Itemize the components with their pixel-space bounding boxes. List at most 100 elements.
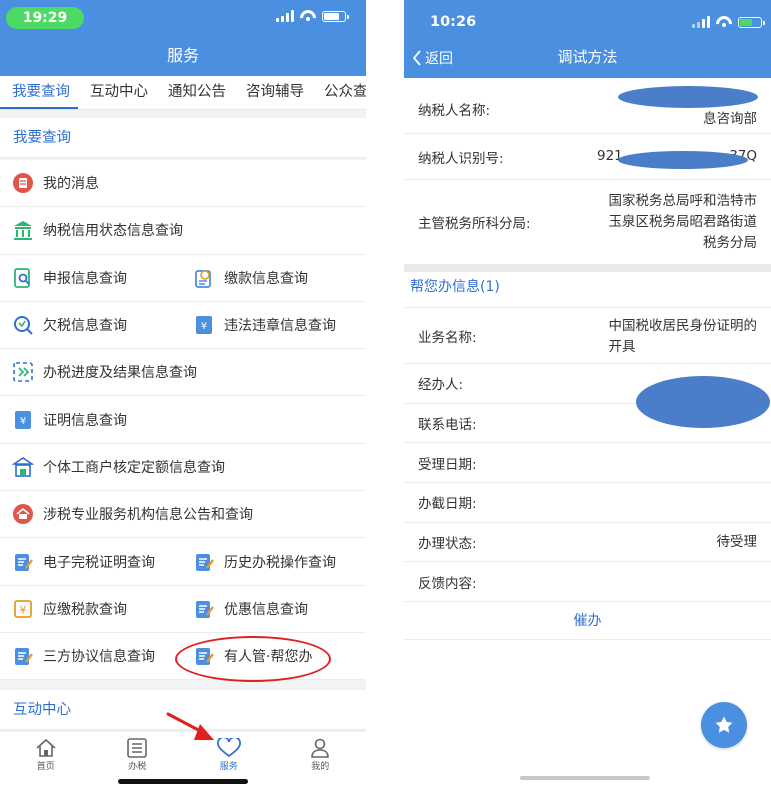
field-label: 纳税人名称:: [418, 103, 491, 119]
tab-consult[interactable]: 咨询辅导: [234, 76, 312, 109]
battery-charging-icon: [738, 16, 765, 28]
edit-document-icon: [12, 551, 34, 573]
menu-arrears-query[interactable]: 欠税信息查询: [0, 302, 183, 348]
redaction-mask: [636, 376, 770, 428]
menu-label: 三方协议信息查询: [43, 649, 155, 666]
list-row: 我的消息: [0, 160, 366, 208]
home-indicator: [118, 779, 248, 784]
message-icon: [12, 172, 34, 194]
agency-icon: [12, 503, 34, 525]
urge-button[interactable]: 催办: [404, 602, 771, 640]
office-line: 玉泉区税务局昭君路街道: [608, 213, 758, 230]
list-row: 个体工商户核定定额信息查询: [0, 444, 366, 492]
list-row: 涉税专业服务机构信息公告和查询: [0, 491, 366, 539]
menu-my-messages[interactable]: 我的消息: [0, 160, 366, 206]
help-row-feedback: 反馈内容:: [404, 562, 771, 603]
redaction-mask: [618, 151, 748, 169]
chevron-left-icon: [412, 50, 421, 66]
menu-agency-query[interactable]: 涉税专业服务机构信息公告和查询: [0, 491, 366, 537]
list-icon: [127, 738, 148, 758]
progress-icon: [12, 361, 34, 383]
list-row: 欠税信息查询 ¥ 违法违章信息查询: [0, 302, 366, 350]
left-phone-screen: 19:29 服务 我要查询 互动中心 通知公告 咨询辅导 公众查 我要查询 我的…: [0, 0, 366, 795]
biz-line: 开具: [608, 339, 636, 355]
tabbar-home[interactable]: 首页: [0, 732, 92, 795]
tabbar-label: 首页: [36, 762, 55, 772]
status-value: 待受理: [716, 533, 758, 550]
list-row: ¥ 证明信息查询: [0, 396, 366, 444]
section-header-help: 帮您办信息(1): [404, 272, 771, 308]
section-divider: [404, 264, 771, 272]
field-label: 反馈内容:: [418, 575, 477, 592]
battery-icon: [322, 10, 349, 22]
status-icons: [692, 16, 765, 28]
magnifier-icon: [12, 314, 34, 336]
back-button[interactable]: 返回: [412, 48, 453, 68]
wifi-icon: [300, 10, 316, 22]
field-label: 主管税务所科分局:: [418, 216, 531, 232]
query-list: 我的消息 纳税信用状态信息查询 申报信息查询 缴款信息查询 欠税信息查询 ¥ 违…: [0, 160, 366, 681]
field-label: 联系电话:: [418, 417, 477, 434]
tab-query[interactable]: 我要查询: [0, 76, 78, 109]
menu-label: 电子完税证明查询: [43, 554, 155, 571]
edit-document-icon: [193, 598, 215, 620]
menu-e-certificate-query[interactable]: 电子完税证明查询: [0, 538, 183, 584]
info-row-office: 主管税务所科分局: 国家税务总局呼和浩特市 玉泉区税务局昭君路街道 税务分局: [404, 180, 771, 264]
menu-label: 欠税信息查询: [43, 318, 127, 335]
menu-credit-status[interactable]: 纳税信用状态信息查询: [0, 207, 366, 253]
back-label: 返回: [425, 51, 453, 67]
status-icons: [276, 10, 349, 22]
tab-notice[interactable]: 通知公告: [156, 76, 234, 109]
tax-office-value: 国家税务总局呼和浩特市 玉泉区税务局昭君路街道 税务分局: [609, 191, 758, 254]
menu-label: 纳税信用状态信息查询: [43, 223, 183, 240]
menu-declare-query[interactable]: 申报信息查询: [0, 255, 183, 301]
svg-text:¥: ¥: [201, 321, 207, 332]
id-start: 921: [597, 148, 623, 164]
yuan-box-icon: ¥: [12, 598, 34, 620]
help-row-deadline: 办截日期:: [404, 483, 771, 523]
payment-search-icon: [193, 267, 215, 289]
menu-progress-query[interactable]: 办税进度及结果信息查询: [0, 349, 366, 395]
page-title: 调试方法: [557, 48, 618, 66]
signal-icon: [692, 16, 710, 28]
pointer-arrow-icon: [166, 712, 214, 740]
menu-preferential-query[interactable]: 优惠信息查询: [183, 586, 366, 632]
help-row-accept-date: 受理日期:: [404, 443, 771, 484]
field-label: 办截日期:: [418, 496, 477, 513]
menu-violation-query[interactable]: ¥ 违法违章信息查询: [183, 302, 366, 348]
help-info: 业务名称: 中国税收居民身份证明的 开具 经办人: 联系电话: 受理日期: 办截…: [404, 308, 771, 603]
tab-public[interactable]: 公众查: [312, 76, 366, 109]
list-row: 电子完税证明查询 历史办税操作查询: [0, 538, 366, 586]
category-tabs: 我要查询 互动中心 通知公告 咨询辅导 公众查: [0, 76, 366, 110]
tabbar-mine[interactable]: 我的: [275, 732, 367, 795]
right-phone-screen: 10:26 调试方法 返回 纳税人名称: 呼和 息咨询部 纳税人识别号: 921…: [404, 0, 771, 795]
field-label: 经办人:: [418, 377, 464, 394]
menu-payment-query[interactable]: 缴款信息查询: [183, 255, 366, 301]
svg-text:¥: ¥: [20, 603, 27, 616]
list-row: 纳税信用状态信息查询: [0, 207, 366, 255]
status-time: 10:26: [430, 14, 477, 30]
menu-label: 申报信息查询: [43, 270, 127, 287]
menu-certificate-query[interactable]: ¥ 证明信息查询: [0, 396, 366, 442]
menu-label: 办税进度及结果信息查询: [43, 365, 197, 382]
menu-payable-query[interactable]: ¥ 应缴税款查询: [0, 586, 183, 632]
menu-history-query[interactable]: 历史办税操作查询: [183, 538, 366, 584]
help-row-status: 办理状态: 待受理: [404, 523, 771, 563]
favorite-button[interactable]: [701, 702, 747, 748]
tabbar-label: 办税: [128, 762, 147, 772]
menu-label: 违法违章信息查询: [224, 318, 336, 335]
menu-label: 应缴税款查询: [43, 601, 127, 618]
star-icon: [715, 716, 733, 733]
name-line-2: 息咨询部: [703, 111, 757, 127]
menu-tripartite-query[interactable]: 三方协议信息查询: [0, 633, 183, 679]
menu-label: 个体工商户核定定额信息查询: [43, 459, 225, 476]
tabbar-label: 我的: [311, 762, 330, 772]
tab-interact[interactable]: 互动中心: [78, 76, 156, 109]
status-time: 19:29: [6, 7, 84, 29]
edit-document-icon: [12, 645, 34, 667]
yuan-document-icon: ¥: [12, 409, 34, 431]
list-row: ¥ 应缴税款查询 优惠信息查询: [0, 586, 366, 633]
menu-label: 优惠信息查询: [224, 601, 308, 618]
field-label: 受理日期:: [418, 456, 477, 473]
menu-quota-query[interactable]: 个体工商户核定定额信息查询: [0, 444, 366, 490]
